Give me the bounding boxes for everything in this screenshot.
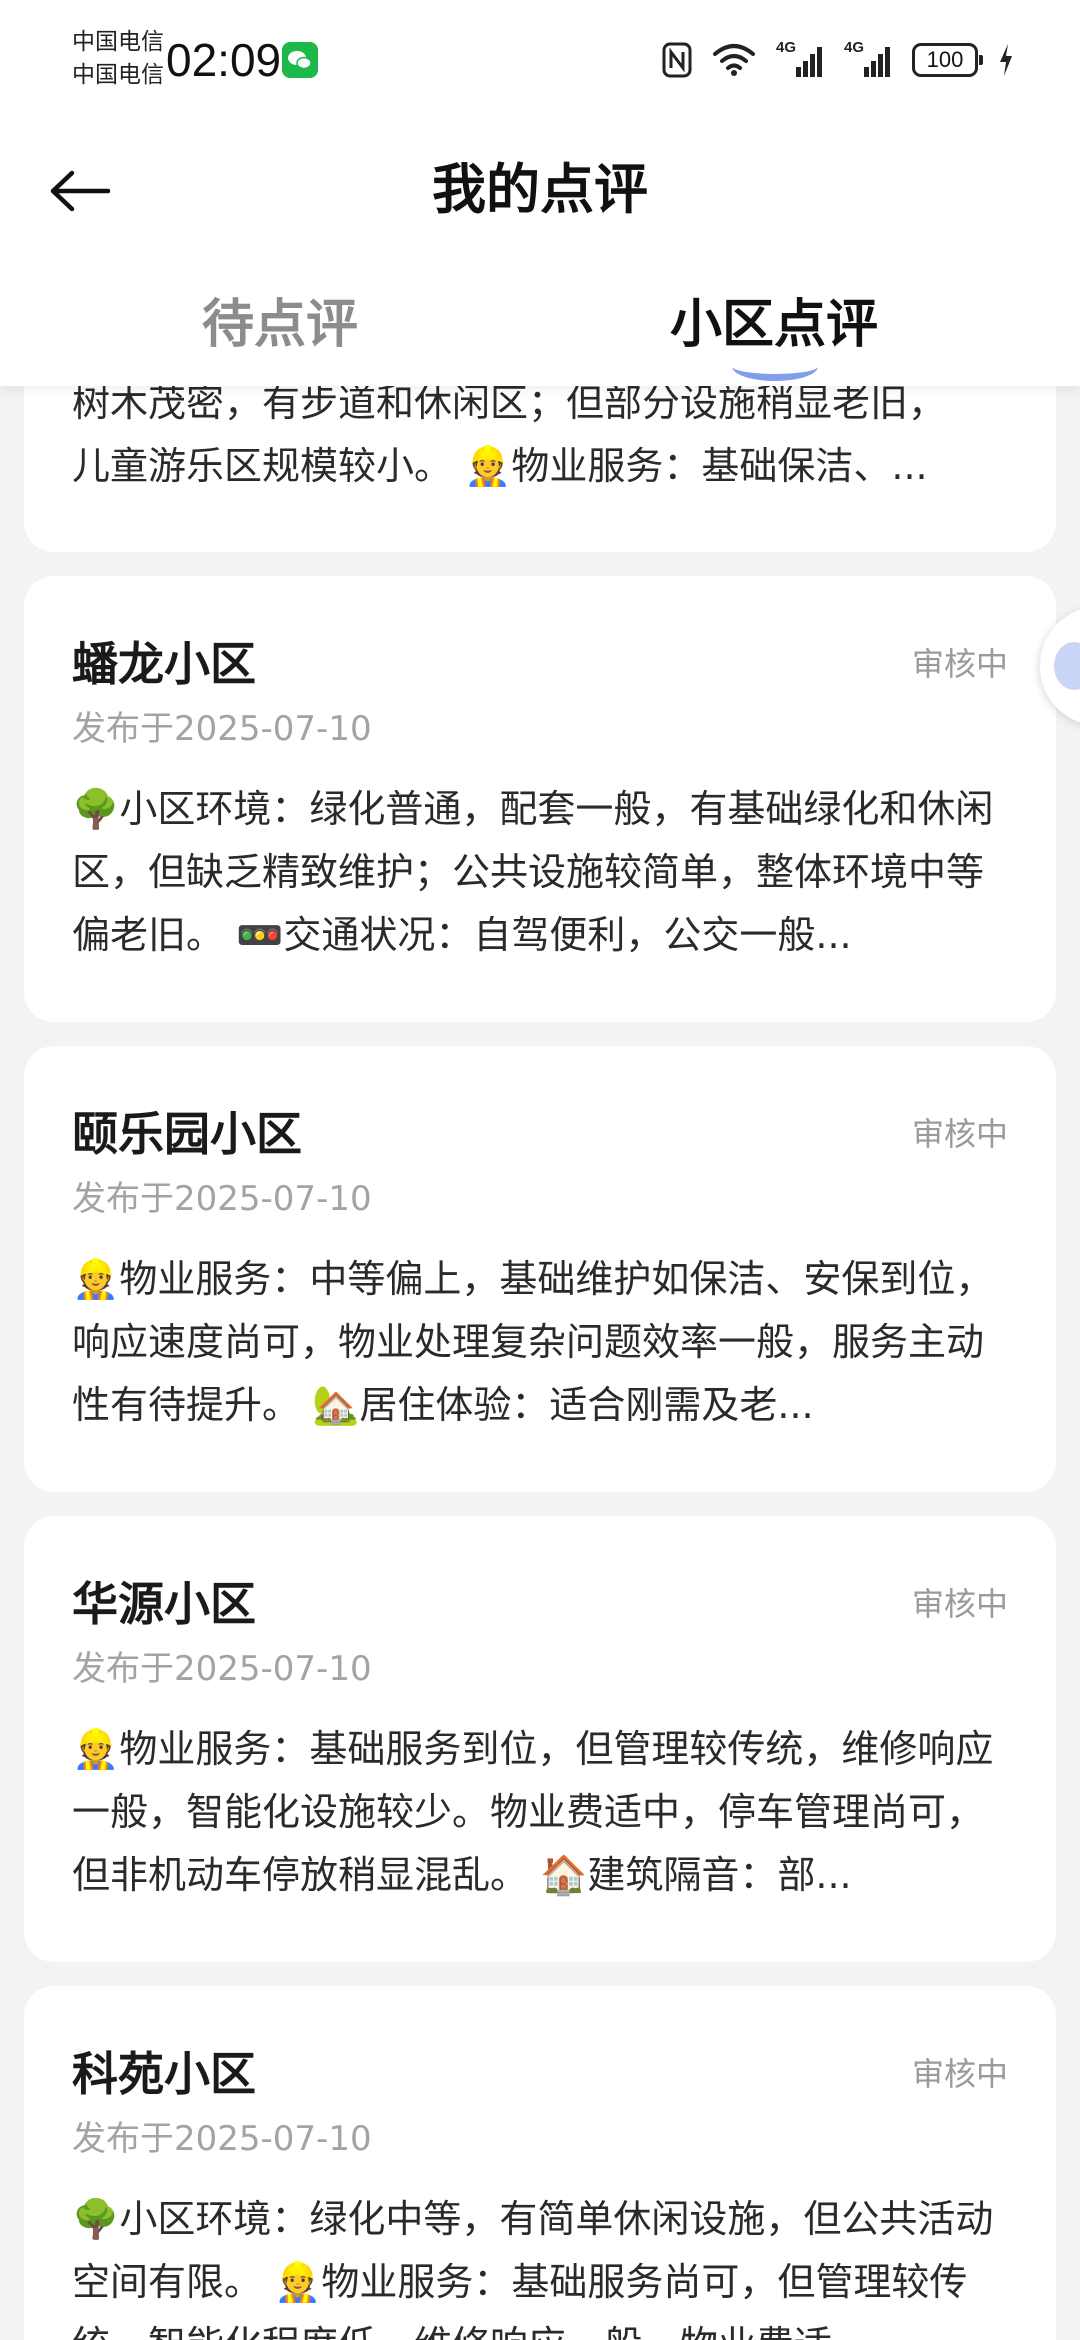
community-name: 科苑小区 [72, 2047, 256, 2101]
battery-indicator: 100 [912, 43, 983, 77]
carrier-label-1: 中国电信 [72, 29, 164, 55]
wifi-icon [712, 43, 756, 77]
review-card[interactable]: 科苑小区 审核中 发布于2025-07-10 🌳小区环境：绿化中等，有简单休闲设… [24, 1986, 1056, 2340]
review-text: 👷物业服务：中等偏上，基础维护如保洁、安保到位，响应速度尚可，物业处理复杂问题效… [72, 1257, 994, 1427]
review-text: 🌳小区环境：绿化中等，有简单休闲设施，但公共活动空间有限。 👷物业服务：基础服务… [72, 2197, 994, 2340]
community-name: 颐乐园小区 [72, 1107, 302, 1161]
tab-bar: 待点评 小区点评 [0, 260, 1080, 386]
review-text: 🌳小区环境：绿化普通，配套一般，有基础绿化和休闲区，但缺乏精致维护；公共设施较简… [72, 787, 994, 957]
charging-icon [998, 43, 1014, 77]
review-card[interactable]: 华源小区 审核中 发布于2025-07-10 👷物业服务：基础服务到位，但管理较… [24, 1516, 1056, 1962]
community-name: 华源小区 [72, 1577, 256, 1631]
review-list[interactable]: 树木茂密，有步道和休闲区；但部分设施稍显老旧， 儿童游乐区规模较小。 👷物业服务… [0, 386, 1080, 2340]
signal-icon-2: 4G [844, 39, 892, 79]
review-text-line: 树木茂密，有步道和休闲区；但部分设施稍显老旧， [72, 386, 947, 425]
review-status-badge: 审核中 [911, 1115, 1008, 1153]
review-card[interactable]: 颐乐园小区 审核中 发布于2025-07-10 👷物业服务：中等偏上，基础维护如… [24, 1046, 1056, 1492]
status-time: 02:09 [166, 34, 282, 86]
signal-icon-1: 4G [776, 39, 824, 79]
review-card[interactable]: 树木茂密，有步道和休闲区；但部分设施稍显老旧， 儿童游乐区规模较小。 👷物业服务… [24, 386, 1056, 552]
review-status-badge: 审核中 [911, 1585, 1008, 1623]
wechat-notification-icon [282, 42, 318, 78]
carrier-label-2: 中国电信 [72, 62, 164, 88]
publish-date: 发布于2025-07-10 [72, 1179, 372, 1219]
review-status-badge: 审核中 [911, 645, 1008, 683]
active-tab-indicator [732, 352, 818, 381]
publish-date: 发布于2025-07-10 [72, 1649, 372, 1689]
status-bar: 中国电信 中国电信 02:09 4G 4G 100 [0, 0, 1080, 120]
nfc-icon [662, 42, 692, 78]
page-title: 我的点评 [432, 158, 648, 221]
page-header: 我的点评 [0, 120, 1080, 260]
review-text-line: 儿童游乐区规模较小。 👷物业服务：基础保洁、... [72, 444, 928, 488]
review-card[interactable]: 蟠龙小区 审核中 发布于2025-07-10 🌳小区环境：绿化普通，配套一般，有… [24, 576, 1056, 1022]
publish-date: 发布于2025-07-10 [72, 2119, 372, 2159]
carrier-info: 中国电信 中国电信 [72, 26, 164, 92]
community-name: 蟠龙小区 [72, 637, 256, 691]
status-icons: 4G 4G 100 [662, 38, 1014, 82]
tab-community-review[interactable]: 小区点评 [624, 290, 924, 360]
tab-pending-review[interactable]: 待点评 [130, 290, 430, 360]
review-status-badge: 审核中 [911, 2055, 1008, 2093]
review-text: 👷物业服务：基础服务到位，但管理较传统，维修响应一般，智能化设施较少。物业费适中… [72, 1727, 994, 1897]
publish-date: 发布于2025-07-10 [72, 709, 372, 749]
